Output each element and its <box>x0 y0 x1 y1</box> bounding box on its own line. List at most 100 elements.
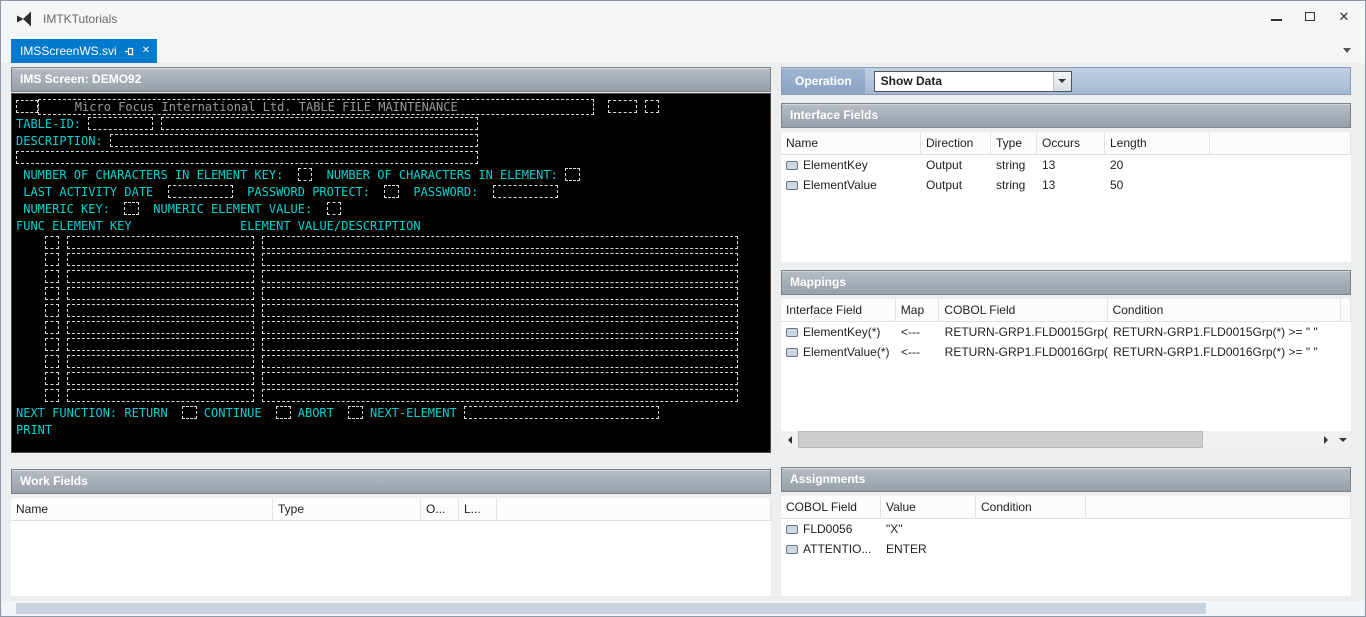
column-header[interactable]: COBOL Field <box>939 299 1107 321</box>
screen-field[interactable] <box>67 389 255 402</box>
close-button[interactable]: ✕ <box>1327 3 1361 29</box>
screen-text: NUMERIC ELEMENT VALUE: <box>139 202 327 216</box>
scroll-right-button[interactable] <box>1317 431 1334 448</box>
column-header[interactable]: Direction <box>921 132 991 154</box>
screen-field[interactable] <box>168 185 233 198</box>
screen-field[interactable] <box>45 372 59 385</box>
column-header[interactable]: Type <box>273 498 421 520</box>
scroll-down-button[interactable] <box>1334 431 1351 448</box>
screen-field[interactable] <box>645 100 659 113</box>
horizontal-scrollbar[interactable] <box>2 601 1364 616</box>
interface-fields-header: Interface Fields <box>781 103 1351 128</box>
screen-field[interactable] <box>67 355 255 368</box>
screen-field[interactable] <box>88 117 153 130</box>
minimize-button[interactable] <box>1259 3 1293 29</box>
screen-field[interactable] <box>262 304 739 317</box>
screen-field[interactable] <box>67 253 255 266</box>
scrollbar-track[interactable] <box>798 431 1317 448</box>
combo-dropdown-button[interactable] <box>1053 72 1071 91</box>
screen-field[interactable] <box>182 406 196 419</box>
screen-field[interactable] <box>262 389 739 402</box>
column-header[interactable]: Name <box>781 132 921 154</box>
screen-text: NEXT-ELEMENT <box>363 406 464 420</box>
table-row[interactable]: ElementKey(*)<---RETURN-GRP1.FLD0015Grp(… <box>781 322 1351 342</box>
chevron-right-icon <box>1324 436 1328 444</box>
field-icon <box>786 328 798 337</box>
scrollbar-thumb[interactable] <box>798 431 1203 448</box>
screen-field[interactable] <box>67 304 255 317</box>
screen-field[interactable] <box>45 270 59 283</box>
screen-field[interactable] <box>45 304 59 317</box>
screen-field[interactable] <box>327 202 341 215</box>
screen-field[interactable] <box>348 406 362 419</box>
screen-text: LAST ACTIVITY DATE <box>16 185 168 199</box>
mappings-horizontal-scrollbar[interactable] <box>781 431 1334 448</box>
screen-field[interactable] <box>298 168 312 181</box>
screen-field[interactable] <box>262 338 739 351</box>
column-header[interactable]: Type <box>991 132 1037 154</box>
screen-field[interactable] <box>493 185 558 198</box>
screen-field[interactable] <box>45 338 59 351</box>
screen-field[interactable] <box>384 185 398 198</box>
table-row[interactable]: ATTENTIO...ENTER <box>781 539 1351 559</box>
screen-field[interactable] <box>45 389 59 402</box>
screen-field[interactable] <box>45 321 59 334</box>
screen-field[interactable] <box>262 355 739 368</box>
ims-terminal-screen[interactable]: Micro Focus International Ltd. TABLE FIL… <box>11 93 771 453</box>
screen-field[interactable] <box>124 202 138 215</box>
screen-field[interactable] <box>262 321 739 334</box>
tab-close-icon[interactable]: ✕ <box>142 46 150 56</box>
screen-field[interactable] <box>67 287 255 300</box>
column-header[interactable]: Interface Field <box>781 299 896 321</box>
scroll-left-button[interactable] <box>781 431 798 448</box>
screen-field[interactable] <box>67 236 255 249</box>
screen-field[interactable] <box>16 100 38 113</box>
table-row[interactable]: ElementKeyOutputstring1320 <box>781 155 1351 175</box>
screen-field[interactable] <box>262 287 739 300</box>
screen-field[interactable] <box>262 270 739 283</box>
screen-field[interactable] <box>67 338 255 351</box>
screen-field[interactable] <box>67 321 255 334</box>
screen-field[interactable] <box>45 355 59 368</box>
table-row[interactable]: ElementValueOutputstring1350 <box>781 175 1351 195</box>
screen-field[interactable] <box>67 270 255 283</box>
column-header[interactable]: Name <box>11 498 273 520</box>
chevron-left-icon <box>788 436 792 444</box>
screen-field[interactable] <box>262 236 739 249</box>
scrollbar-thumb[interactable] <box>16 603 1206 614</box>
column-header[interactable]: Length <box>1105 132 1210 154</box>
column-header[interactable]: Map <box>896 299 940 321</box>
screen-field[interactable] <box>608 100 637 113</box>
screen-field[interactable] <box>262 253 739 266</box>
screen-field[interactable] <box>16 151 478 164</box>
screen-text: DESCRIPTION: <box>16 134 110 148</box>
tab-imsscreenws[interactable]: IMSScreenWS.svi ✕ <box>11 39 157 63</box>
column-header[interactable]: Condition <box>976 496 1086 518</box>
screen-field[interactable] <box>262 372 739 385</box>
title-bar: IMTKTutorials ✕ <box>1 1 1365 37</box>
screen-field[interactable] <box>45 287 59 300</box>
chevron-down-icon[interactable] <box>1343 48 1351 53</box>
maximize-button[interactable] <box>1293 3 1327 29</box>
screen-field[interactable] <box>464 406 659 419</box>
screen-field[interactable] <box>45 253 59 266</box>
screen-field[interactable]: Micro Focus International Ltd. TABLE FIL… <box>38 99 594 115</box>
panel-splitter[interactable] <box>771 67 781 596</box>
table-row[interactable]: ElementValue(*)<---RETURN-GRP1.FLD0016Gr… <box>781 342 1351 362</box>
column-header[interactable]: O... <box>421 498 459 520</box>
table-row[interactable]: FLD0056"X" <box>781 519 1351 539</box>
column-header[interactable]: Occurs <box>1037 132 1105 154</box>
operation-select[interactable]: Show Data <box>874 71 1072 92</box>
screen-field[interactable] <box>67 372 255 385</box>
column-header[interactable]: L... <box>459 498 497 520</box>
screen-field[interactable] <box>161 117 479 130</box>
field-icon <box>786 545 798 554</box>
screen-field[interactable] <box>276 406 290 419</box>
column-header[interactable]: Value <box>881 496 976 518</box>
column-header[interactable]: COBOL Field <box>781 496 881 518</box>
screen-field[interactable] <box>565 168 579 181</box>
screen-field[interactable] <box>110 134 478 147</box>
column-header[interactable]: Condition <box>1108 299 1341 321</box>
pin-icon[interactable] <box>124 46 135 57</box>
screen-field[interactable] <box>45 236 59 249</box>
